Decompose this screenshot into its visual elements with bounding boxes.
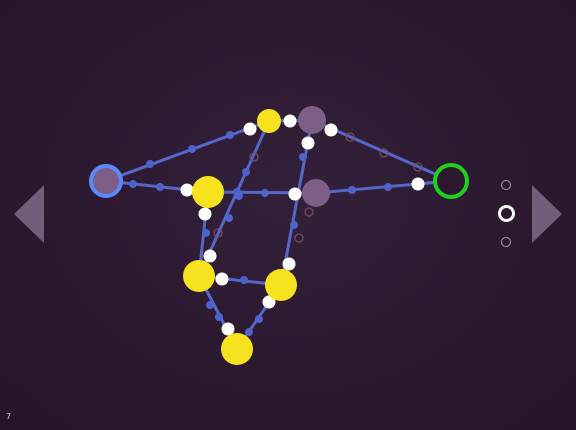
- inactive-node[interactable]: [298, 106, 326, 134]
- rail-mid-to-goal: [314, 179, 453, 195]
- rail-dot: [245, 328, 253, 336]
- rail-dot: [226, 131, 234, 139]
- waypoint[interactable]: [411, 177, 425, 191]
- rail-dot: [255, 315, 263, 323]
- rail-dot: [188, 145, 196, 153]
- rail-dot: [129, 180, 137, 188]
- rail-dot: [206, 301, 214, 309]
- rail-dot: [235, 192, 243, 200]
- rail-dot: [240, 276, 248, 284]
- goal-node[interactable]: [433, 163, 469, 199]
- next-level-arrow-icon[interactable]: [532, 185, 562, 243]
- waypoint[interactable]: [288, 187, 302, 201]
- rail-dot: [202, 229, 210, 237]
- waypoint[interactable]: [203, 249, 217, 263]
- rail-dot: [242, 168, 250, 176]
- rail-dot: [146, 160, 154, 168]
- sun-node[interactable]: [192, 176, 224, 208]
- rail-dot: [290, 221, 298, 229]
- page-dot-1[interactable]: [501, 180, 511, 190]
- rail-network: [104, 118, 453, 351]
- inactive-node[interactable]: [302, 179, 330, 207]
- page-dot-2-active[interactable]: [498, 205, 515, 222]
- sun-node[interactable]: [183, 260, 215, 292]
- waypoint[interactable]: [198, 207, 212, 221]
- sun-node[interactable]: [257, 109, 281, 133]
- waypoint[interactable]: [282, 257, 296, 271]
- rail-dots: [129, 131, 392, 336]
- waypoint[interactable]: [324, 123, 338, 137]
- sun-node[interactable]: [265, 269, 297, 301]
- rail-dot: [299, 153, 307, 161]
- waypoint[interactable]: [283, 114, 297, 128]
- puzzle-board: [89, 106, 469, 365]
- rail-dot: [261, 189, 269, 197]
- waypoint[interactable]: [180, 183, 194, 197]
- rail-dot: [225, 214, 233, 222]
- start-node[interactable]: [89, 164, 123, 198]
- sun-node[interactable]: [221, 333, 253, 365]
- waypoint[interactable]: [301, 136, 315, 150]
- previous-level-arrow-icon[interactable]: [14, 185, 44, 243]
- rail-dot: [384, 183, 392, 191]
- waypoint[interactable]: [243, 122, 257, 136]
- page-dot-3[interactable]: [501, 237, 511, 247]
- waypoint[interactable]: [215, 272, 229, 286]
- rail-dot: [215, 313, 223, 321]
- waypoint[interactable]: [221, 322, 235, 336]
- rail-dot: [348, 186, 356, 194]
- game-stage: 7: [0, 0, 576, 430]
- hollow-marker: [304, 207, 314, 217]
- rail-dot: [156, 183, 164, 191]
- waypoints: [180, 114, 425, 336]
- level-number: 7: [6, 412, 12, 421]
- hollow-marker: [294, 233, 304, 243]
